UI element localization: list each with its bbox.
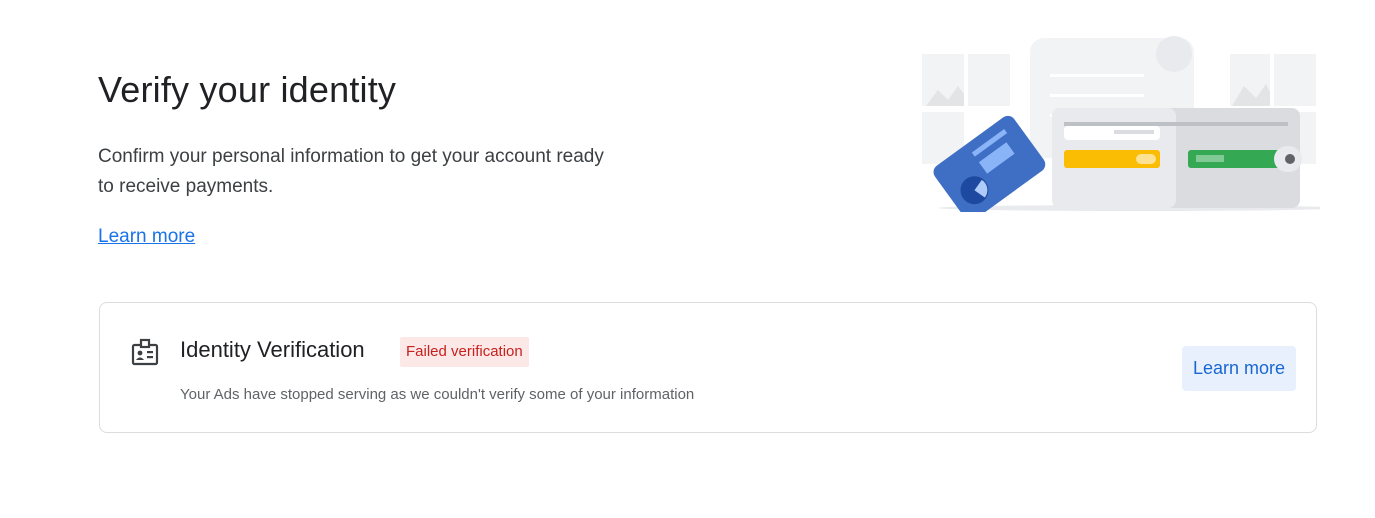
card-title: Identity Verification [180,337,365,362]
learn-more-link[interactable]: Learn more [98,224,195,250]
card-description: Your Ads have stopped serving as we coul… [180,386,695,403]
page-title: Verify your identity [98,69,397,110]
learn-more-button[interactable]: Learn more [1182,346,1296,391]
page-subtitle: Confirm your personal information to get… [98,146,604,197]
status-badge: Failed verification [400,337,529,367]
identity-verification-card: Identity Verification Failed verificatio… [99,302,1317,433]
id-card-wallet-illustration [918,36,1338,221]
verify-identity-page: Verify your identity Confirm your person… [0,0,1375,518]
id-badge-icon [131,338,159,366]
